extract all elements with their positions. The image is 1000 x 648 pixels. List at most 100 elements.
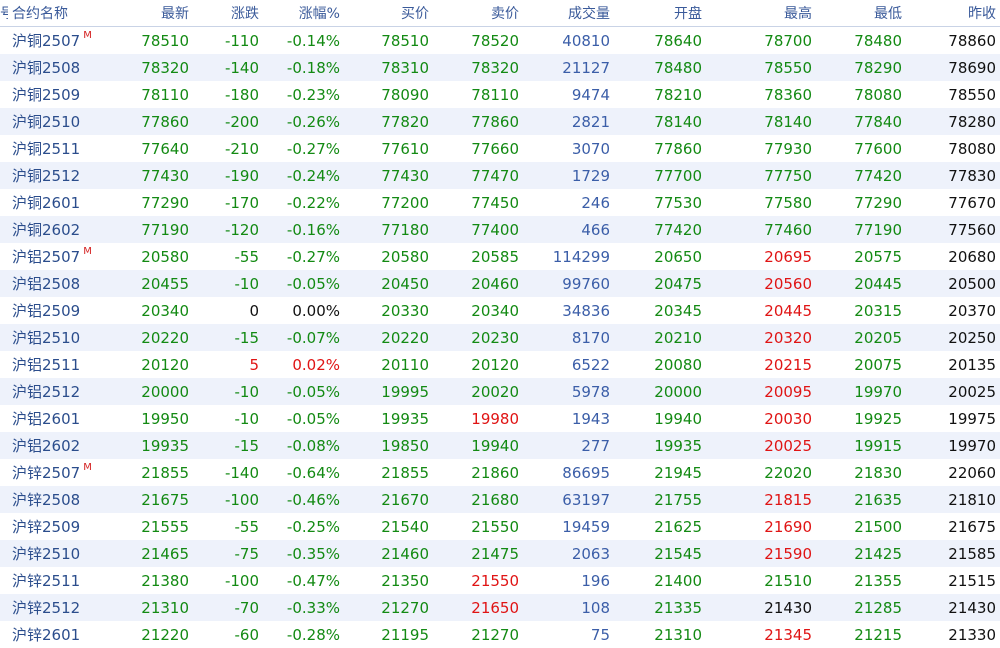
row-index-cell <box>0 216 8 243</box>
contract-name-cell[interactable]: 沪铜2602 <box>8 216 100 243</box>
contract-name-cell[interactable]: 沪铜2507M <box>8 27 100 55</box>
contract-name-cell[interactable]: 沪锌2511 <box>8 567 100 594</box>
contract-name-cell[interactable]: 沪铝2507M <box>8 243 100 270</box>
table-row[interactable]: 沪铜251077860-200-0.26%7782077860282178140… <box>0 108 1000 135</box>
contract-name-cell[interactable]: 沪锌2510 <box>8 540 100 567</box>
prev-cell: 78690 <box>906 54 1000 81</box>
row-index-cell <box>0 486 8 513</box>
bid-cell: 77200 <box>344 189 433 216</box>
table-row[interactable]: 沪锌260121220-60-0.28%21195212707521310213… <box>0 621 1000 648</box>
table-row[interactable]: 沪铝251220000-10-0.05%19995200205978200002… <box>0 378 1000 405</box>
table-row[interactable]: 沪铝260119950-10-0.05%19935199801943199402… <box>0 405 1000 432</box>
column-header-idx[interactable]: 号 <box>0 0 8 27</box>
table-row[interactable]: 沪锌251221310-70-0.33%21270216501082133521… <box>0 594 1000 621</box>
table-row[interactable]: 沪铜260277190-120-0.16%7718077400466774207… <box>0 216 1000 243</box>
table-row[interactable]: 沪铝251020220-15-0.07%20220202308170202102… <box>0 324 1000 351</box>
low-cell: 77420 <box>816 162 906 189</box>
ask-cell: 78110 <box>433 81 523 108</box>
table-row[interactable]: 沪锌250921555-55-0.25%21540215501945921625… <box>0 513 1000 540</box>
table-row[interactable]: 沪锌250821675-100-0.46%2167021680631972175… <box>0 486 1000 513</box>
contract-name-cell[interactable]: 沪铜2512 <box>8 162 100 189</box>
column-header-chg[interactable]: 涨跌 <box>193 0 263 27</box>
open-cell: 77420 <box>614 216 706 243</box>
pct-cell: -0.05% <box>263 378 344 405</box>
column-header-last[interactable]: 最新 <box>100 0 193 27</box>
high-cell: 21815 <box>706 486 816 513</box>
low-cell: 21215 <box>816 621 906 648</box>
contract-name-cell[interactable]: 沪铝2510 <box>8 324 100 351</box>
contract-name-cell[interactable]: 沪铜2510 <box>8 108 100 135</box>
table-row[interactable]: 沪铝250820455-10-0.05%20450204609976020475… <box>0 270 1000 297</box>
contract-name-cell[interactable]: 沪铜2509 <box>8 81 100 108</box>
column-header-name[interactable]: 合约名称 <box>8 0 100 27</box>
contract-name-cell[interactable]: 沪铜2601 <box>8 189 100 216</box>
ask-cell: 20230 <box>433 324 523 351</box>
row-index-cell <box>0 567 8 594</box>
pct-cell: -0.14% <box>263 27 344 55</box>
contract-name-cell[interactable]: 沪铝2601 <box>8 405 100 432</box>
column-header-pct[interactable]: 涨幅% <box>263 0 344 27</box>
contract-name-cell[interactable]: 沪锌2509 <box>8 513 100 540</box>
quote-table: 号合约名称最新涨跌涨幅%买价卖价成交量开盘最高最低昨收 沪铜2507M78510… <box>0 0 1000 648</box>
last-cell: 77860 <box>100 108 193 135</box>
contract-name-cell[interactable]: 沪锌2507M <box>8 459 100 486</box>
last-cell: 20455 <box>100 270 193 297</box>
contract-name-cell[interactable]: 沪铝2511 <box>8 351 100 378</box>
contract-name-cell[interactable]: 沪铝2509 <box>8 297 100 324</box>
table-row[interactable]: 沪铜260177290-170-0.22%7720077450246775307… <box>0 189 1000 216</box>
ask-cell: 21650 <box>433 594 523 621</box>
vol-cell: 1943 <box>523 405 614 432</box>
prev-cell: 78080 <box>906 135 1000 162</box>
contract-name: 沪锌2507 <box>12 464 80 482</box>
contract-name-cell[interactable]: 沪铝2512 <box>8 378 100 405</box>
contract-name-cell[interactable]: 沪铝2508 <box>8 270 100 297</box>
chg-cell: -55 <box>193 243 263 270</box>
prev-cell: 19970 <box>906 432 1000 459</box>
contract-name-cell[interactable]: 沪锌2512 <box>8 594 100 621</box>
table-row[interactable]: 沪铜251277430-190-0.24%7743077470172977700… <box>0 162 1000 189</box>
column-header-ask[interactable]: 卖价 <box>433 0 523 27</box>
open-cell: 19935 <box>614 432 706 459</box>
pct-cell: -0.16% <box>263 216 344 243</box>
high-cell: 20095 <box>706 378 816 405</box>
contract-name-cell[interactable]: 沪锌2601 <box>8 621 100 648</box>
column-header-open[interactable]: 开盘 <box>614 0 706 27</box>
contract-name-cell[interactable]: 沪铝2602 <box>8 432 100 459</box>
column-header-high[interactable]: 最高 <box>706 0 816 27</box>
prev-cell: 78860 <box>906 27 1000 55</box>
table-row[interactable]: 沪铝25092034000.00%20330203403483620345204… <box>0 297 1000 324</box>
vol-cell: 40810 <box>523 27 614 55</box>
row-index-cell <box>0 81 8 108</box>
table-row[interactable]: 沪铝260219935-15-0.08%19850199402771993520… <box>0 432 1000 459</box>
table-row[interactable]: 沪锌251021465-75-0.35%21460214752063215452… <box>0 540 1000 567</box>
table-row[interactable]: 沪铜251177640-210-0.27%7761077660307077860… <box>0 135 1000 162</box>
table-row[interactable]: 沪铜250978110-180-0.23%7809078110947478210… <box>0 81 1000 108</box>
column-header-bid[interactable]: 买价 <box>344 0 433 27</box>
table-row[interactable]: 沪锌2507M21855-140-0.64%218552186086695219… <box>0 459 1000 486</box>
row-index-cell <box>0 513 8 540</box>
contract-name: 沪铜2512 <box>12 167 80 185</box>
chg-cell: -100 <box>193 567 263 594</box>
ask-cell: 21680 <box>433 486 523 513</box>
row-index-cell <box>0 270 8 297</box>
vol-cell: 114299 <box>523 243 614 270</box>
table-row[interactable]: 沪锌251121380-100-0.47%2135021550196214002… <box>0 567 1000 594</box>
column-header-low[interactable]: 最低 <box>816 0 906 27</box>
pct-cell: 0.02% <box>263 351 344 378</box>
contract-name: 沪锌2512 <box>12 599 80 617</box>
ask-cell: 20460 <box>433 270 523 297</box>
table-row[interactable]: 沪铜2507M78510-110-0.14%785107852040810786… <box>0 27 1000 55</box>
open-cell: 21545 <box>614 540 706 567</box>
prev-cell: 20500 <box>906 270 1000 297</box>
table-row[interactable]: 沪铝25112012050.02%20110201206522200802021… <box>0 351 1000 378</box>
prev-cell: 77830 <box>906 162 1000 189</box>
contract-name-cell[interactable]: 沪锌2508 <box>8 486 100 513</box>
column-header-vol[interactable]: 成交量 <box>523 0 614 27</box>
column-header-prev[interactable]: 昨收 <box>906 0 1000 27</box>
table-row[interactable]: 沪铜250878320-140-0.18%7831078320211277848… <box>0 54 1000 81</box>
contract-name-cell[interactable]: 沪铜2508 <box>8 54 100 81</box>
ask-cell: 21475 <box>433 540 523 567</box>
last-cell: 21555 <box>100 513 193 540</box>
table-row[interactable]: 沪铝2507M20580-55-0.27%2058020585114299206… <box>0 243 1000 270</box>
contract-name-cell[interactable]: 沪铜2511 <box>8 135 100 162</box>
